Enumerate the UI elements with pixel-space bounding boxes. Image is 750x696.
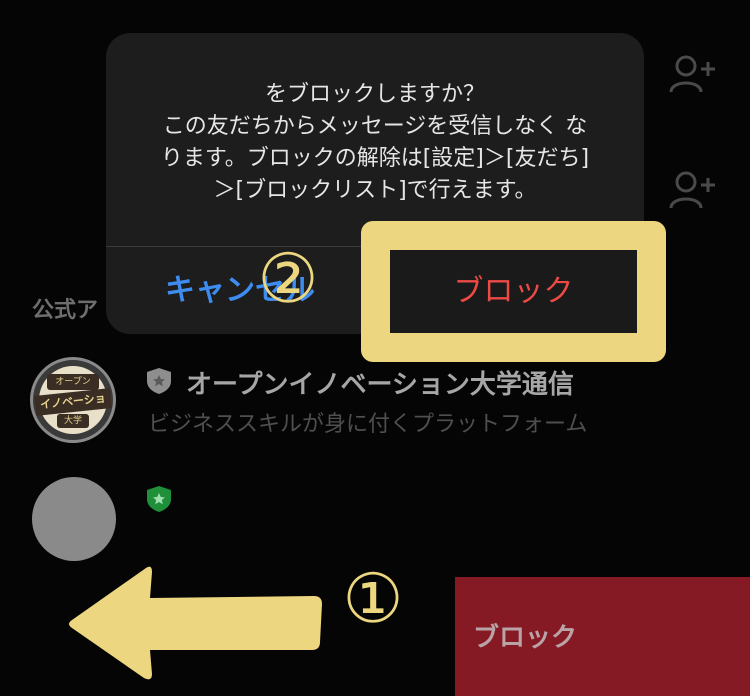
swipe-left-arrow-icon [69, 566, 322, 680]
avatar[interactable]: オープン イノベーション 大学 [30, 357, 116, 443]
avatar-logo-text: 大学 [57, 414, 89, 428]
dialog-message: をブロックしますか？ この友だちからメッセージを受信しなく な ります。ブロック… [106, 79, 644, 207]
official-badge-icon [147, 368, 171, 394]
dialog-message-line: ＞[ブロックリスト]で行えます。 [213, 178, 537, 203]
dialog-message-line: をブロックしますか？ [264, 82, 485, 107]
avatar[interactable] [32, 477, 116, 561]
step-marker-1: ① [342, 560, 404, 639]
official-badge-icon [147, 486, 171, 512]
block-button[interactable]: ブロック [390, 250, 637, 333]
swipe-block-action[interactable]: ブロック [455, 577, 750, 696]
list-item-name[interactable]: オープンイノベーション大学通信 [186, 364, 574, 401]
swipe-block-label: ブロック [473, 623, 578, 653]
step-marker-2: ② [257, 240, 319, 319]
add-friend-icon[interactable] [668, 170, 720, 216]
dialog-message-line: ります。ブロックの解除は[設定]＞[友だち] [160, 146, 590, 171]
dialog-message-line: この友だちからメッセージを受信しなく な [162, 114, 588, 139]
add-friend-icon[interactable] [668, 54, 720, 100]
avatar-logo-text: オープン [47, 374, 99, 390]
section-label-official: 公式ア [32, 298, 99, 323]
list-item-subtitle: ビジネススキルが身に付くプラットフォーム [148, 412, 588, 437]
